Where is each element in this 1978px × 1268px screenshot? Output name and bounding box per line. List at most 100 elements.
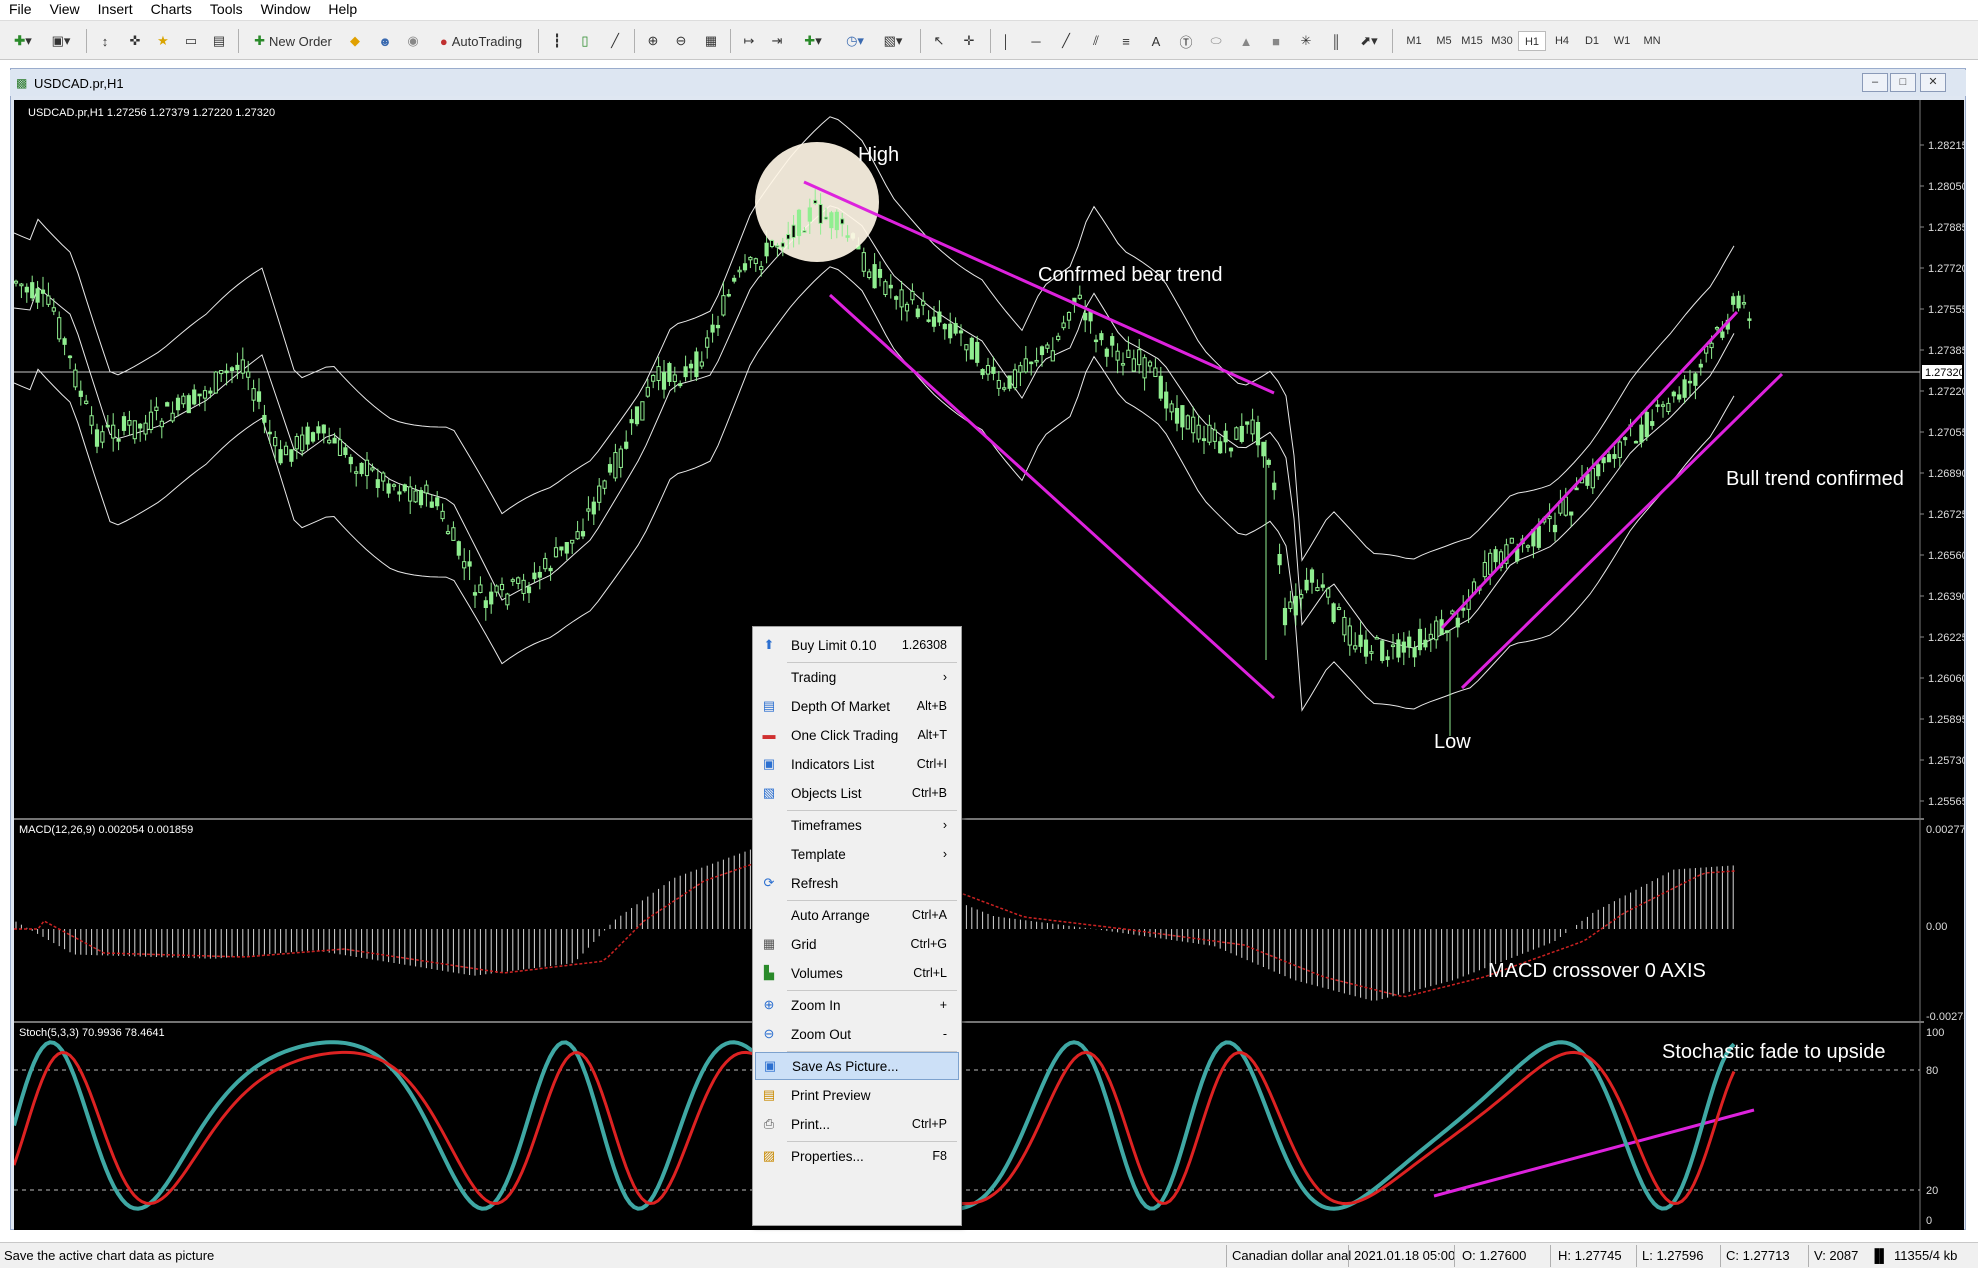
fibonacci-icon[interactable]: ≡ [1116,29,1136,53]
new-order-button[interactable]: ✚ New Order [248,29,338,53]
indicators-icon[interactable]: ✚ ▾ [798,29,828,53]
candle-body [30,282,35,299]
menu-tools[interactable]: Tools [201,0,252,18]
zoom-out-toolbar-icon[interactable]: ⊖ [670,29,692,53]
trendline-icon[interactable]: ╱ [1056,29,1076,53]
menu-item-grid[interactable]: ▦ Grid Ctrl+G [755,930,959,958]
menu-file[interactable]: File [0,0,41,18]
line-chart-icon[interactable]: ╱ [604,29,626,53]
menu-item-zoom-in[interactable]: ⊕ Zoom In + [755,991,959,1019]
candle-body [1174,407,1180,424]
menu-insert[interactable]: Insert [89,0,142,18]
candle-body [975,341,980,363]
market-watch-icon[interactable]: ↕ [94,29,116,53]
chart-shift-icon[interactable]: ⇥ [766,29,788,53]
bar-chart-icon[interactable]: ┇ [546,29,568,53]
candlestick-icon[interactable]: ▯ [574,29,596,53]
candle-body [1612,454,1617,459]
menu-item-print[interactable]: ⎙ Print... Ctrl+P [755,1110,959,1138]
menu-item-template[interactable]: Template › [755,840,959,868]
profiles-icon[interactable]: ▣▾ [46,29,76,53]
signals-icon[interactable]: ☻ [374,29,396,53]
text-label-icon[interactable]: Ⓣ [1176,29,1196,53]
menu-item-save-as-picture[interactable]: ▣ Save As Picture... [755,1052,959,1080]
autotrading-button[interactable]: ● AutoTrading [432,29,530,53]
candle-body [1396,639,1401,658]
status-datetime: 2021.01.18 05:00 [1354,1248,1456,1263]
candle-body [1369,651,1374,654]
timeframe-m5[interactable]: M5 [1430,31,1458,51]
crosshair-icon[interactable]: ✛ [958,29,980,53]
timeframe-h4[interactable]: H4 [1548,31,1576,51]
minimize-button[interactable]: – [1862,73,1888,92]
candle-body [1709,342,1714,349]
cycle-lines-icon[interactable]: ║ [1326,29,1346,53]
menu-item-properties[interactable]: ▨ Properties... F8 [755,1142,959,1170]
menu-item-timeframes[interactable]: Timeframes › [755,811,959,839]
menu-item-depth-of-market[interactable]: ▤ Depth Of Market Alt+B [755,692,959,720]
rectangle-icon[interactable]: ■ [1266,29,1286,53]
menu-item-objects-list[interactable]: ▧ Objects List Ctrl+B [755,779,959,807]
zoom-in-toolbar-icon[interactable]: ⊕ [642,29,664,53]
timeframe-mn[interactable]: MN [1638,31,1666,51]
triangle-icon[interactable]: ▲ [1236,29,1256,53]
timeframe-m15[interactable]: M15 [1458,31,1486,51]
chart-area[interactable]: 1.28215 1.28050 1.27885 1.27720 1.27555 1.273… [14,100,1964,1230]
menu-item-zoom-out[interactable]: ⊖ Zoom Out - [755,1020,959,1048]
expert-icon[interactable]: ◆ [344,29,366,53]
candle-body [235,364,240,371]
strategy-tester-icon[interactable]: ▤ [208,29,230,53]
menu-window[interactable]: Window [252,0,320,18]
menu-item-refresh[interactable]: ⟳ Refresh [755,869,959,897]
status-low: L: 1.27596 [1642,1248,1704,1263]
menu-help[interactable]: Help [319,0,366,18]
close-button[interactable]: ✕ [1920,73,1946,92]
chart-window-icon: ▩ [16,76,28,90]
timeframe-d1[interactable]: D1 [1578,31,1606,51]
data-window-icon[interactable]: ✜ [124,29,146,53]
candle-body [532,572,537,580]
terminal-icon[interactable]: ▭ [180,29,202,53]
menu-charts[interactable]: Charts [142,0,201,18]
candle-body [127,420,132,426]
timeframe-m30[interactable]: M30 [1488,31,1516,51]
text-icon[interactable]: A [1146,29,1166,53]
maximize-button[interactable]: □ [1890,73,1916,92]
menu-item-buy-limit[interactable]: ⬆ Buy Limit 0.10 1.26308 [755,631,959,659]
timeframe-m1[interactable]: M1 [1400,31,1428,51]
menu-item-volumes[interactable]: ▙ Volumes Ctrl+L [755,959,959,987]
trading-icon[interactable]: ◉ [402,29,424,53]
arrows-icon[interactable]: ⬈▾ [1354,29,1384,53]
menu-item-indicators-list[interactable]: ▣ Indicators List Ctrl+I [755,750,959,778]
candle-body [829,212,834,229]
annotation-bull-trend: Bull trend confirmed [1726,468,1904,490]
candle-body [1698,363,1703,368]
horizontal-line-icon[interactable]: ─ [1026,29,1046,53]
menu-item-trading[interactable]: Trading › [755,663,959,691]
candle-body [84,400,89,404]
periodicity-icon[interactable]: ◷▾ [840,29,870,53]
menu-item-auto-arrange[interactable]: Auto Arrange Ctrl+A [755,901,959,929]
menu-view[interactable]: View [41,0,89,18]
timeframe-h1[interactable]: H1 [1518,31,1546,51]
autoscroll-icon[interactable]: ↦ [738,29,760,53]
menu-item-print-preview[interactable]: ▤ Print Preview [755,1081,959,1109]
gann-icon[interactable]: ✳ [1296,29,1316,53]
candle-body [840,218,845,225]
vertical-line-icon[interactable]: │ [996,29,1016,53]
templates-icon[interactable]: ▧▾ [878,29,908,53]
price-axis-label: 1.25565 [1928,796,1964,808]
timeframe-w1[interactable]: W1 [1608,31,1636,51]
status-open: O: 1.27600 [1462,1248,1527,1263]
new-chart-icon[interactable]: ✚ ▾ [8,29,38,53]
channel-icon[interactable]: ⫽ [1086,29,1106,53]
cursor-icon[interactable]: ↖ [928,29,950,53]
stoch-header: Stoch(5,3,3) 70.9936 78.4641 [19,1027,165,1039]
menu-item-one-click-trading[interactable]: ▬ One Click Trading Alt+T [755,721,959,749]
tile-windows-icon[interactable]: ▦ [700,29,722,53]
ellipse-icon[interactable]: ⬭ [1206,29,1226,53]
candle-body [861,252,866,272]
navigator-icon[interactable]: ★ [152,29,174,53]
candle-body [624,441,629,449]
candle-body [1029,361,1034,365]
